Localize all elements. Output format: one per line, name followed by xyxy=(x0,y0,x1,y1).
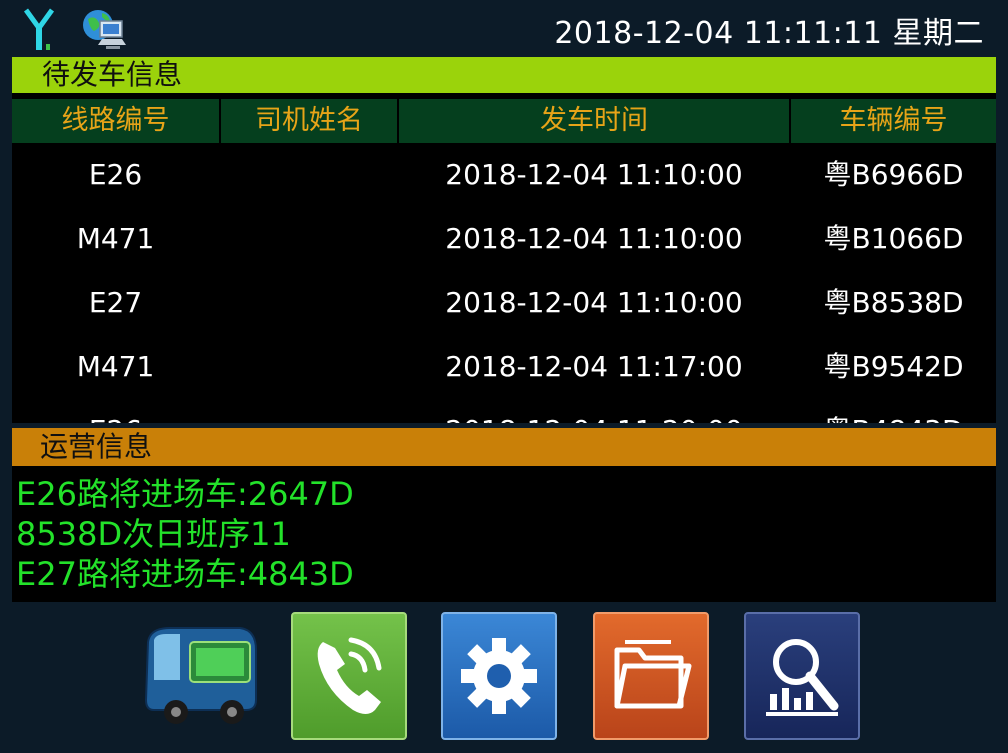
vehicle-cell: 粤B8538D xyxy=(823,286,964,319)
phone-icon xyxy=(317,637,382,714)
bus-button[interactable] xyxy=(140,620,260,730)
route-cell: M471 xyxy=(76,222,155,255)
departures-table-body[interactable]: E26 2018-12-04 11:10:00 粤B6966D M471 201… xyxy=(12,143,996,423)
pending-panel-title: 待发车信息 xyxy=(42,58,183,91)
driver-cell xyxy=(221,335,397,399)
route-cell: E26 xyxy=(88,158,143,191)
operations-panel-header: 运营信息 xyxy=(12,428,996,466)
folder-icon xyxy=(614,640,692,709)
pending-panel-header: 待发车信息 xyxy=(12,57,996,93)
operations-panel-title: 运营信息 xyxy=(40,430,153,463)
driver-cell xyxy=(221,399,397,423)
signal-antenna-icon xyxy=(22,6,56,52)
time-cell: 2018-12-04 11:10:00 xyxy=(445,158,743,191)
operations-panel: 运营信息 E26路将进场车:2647D 8538D次日班序11 E27路将进场车… xyxy=(12,428,996,602)
settings-gear-icon xyxy=(461,638,537,714)
time-cell: 2018-12-04 11:17:00 xyxy=(445,350,743,383)
operations-message: E27路将进场车:4843D xyxy=(16,555,354,593)
column-header-time: 发车时间 xyxy=(540,105,648,136)
vehicle-cell: 粤B9542D xyxy=(823,350,964,383)
search-report-icon xyxy=(766,639,839,716)
table-row[interactable]: E26 2018-12-04 11:10:00 粤B6966D xyxy=(12,143,996,207)
column-header-route: 线路编号 xyxy=(61,105,170,136)
driver-cell xyxy=(221,271,397,335)
operations-messages: E26路将进场车:2647D 8538D次日班序11 E27路将进场车:4843… xyxy=(16,474,354,594)
column-header-driver: 司机姓名 xyxy=(255,105,363,136)
network-globe-icon xyxy=(80,5,128,53)
status-bar: 2018-12-04 11:11:11 星期二 xyxy=(0,0,1008,57)
pending-departures-panel: 待发车信息 线路编号 司机姓名 发车时间 车辆编号 E26 2018-12-04… xyxy=(12,57,996,423)
table-row[interactable]: M471 2018-12-04 11:10:00 粤B1066D xyxy=(12,207,996,271)
table-row[interactable]: E27 2018-12-04 11:10:00 粤B8538D xyxy=(12,271,996,335)
search-report-button[interactable] xyxy=(744,612,860,740)
settings-button[interactable] xyxy=(441,612,557,740)
driver-cell xyxy=(221,207,397,271)
time-cell: 2018-12-04 11:20:00 xyxy=(399,399,789,423)
route-cell: E27 xyxy=(88,286,143,319)
time-cell: 2018-12-04 11:10:00 xyxy=(445,222,743,255)
table-header: 线路编号 司机姓名 发车时间 车辆编号 xyxy=(12,99,996,143)
route-cell: M471 xyxy=(76,350,155,383)
table-row[interactable]: E26 2018-12-04 11:20:00 粤B4843D xyxy=(12,399,996,423)
table-row[interactable]: M471 2018-12-04 11:17:00 粤B9542D xyxy=(12,335,996,399)
folder-button[interactable] xyxy=(593,612,709,740)
driver-cell xyxy=(221,143,397,207)
operations-message: 8538D次日班序11 xyxy=(16,515,291,553)
vehicle-cell: 粤B4843D xyxy=(791,399,996,423)
datetime-display: 2018-12-04 11:11:11 星期二 xyxy=(554,16,984,51)
bus-icon xyxy=(144,627,257,724)
column-header-vehicle: 车辆编号 xyxy=(839,105,948,136)
bottom-dock xyxy=(0,602,1008,753)
operations-message: E26路将进场车:2647D xyxy=(16,475,354,513)
phone-button[interactable] xyxy=(291,612,407,740)
vehicle-cell: 粤B1066D xyxy=(823,222,964,255)
time-cell: 2018-12-04 11:10:00 xyxy=(445,286,743,319)
route-cell: E26 xyxy=(12,399,219,423)
vehicle-cell: 粤B6966D xyxy=(823,158,964,191)
